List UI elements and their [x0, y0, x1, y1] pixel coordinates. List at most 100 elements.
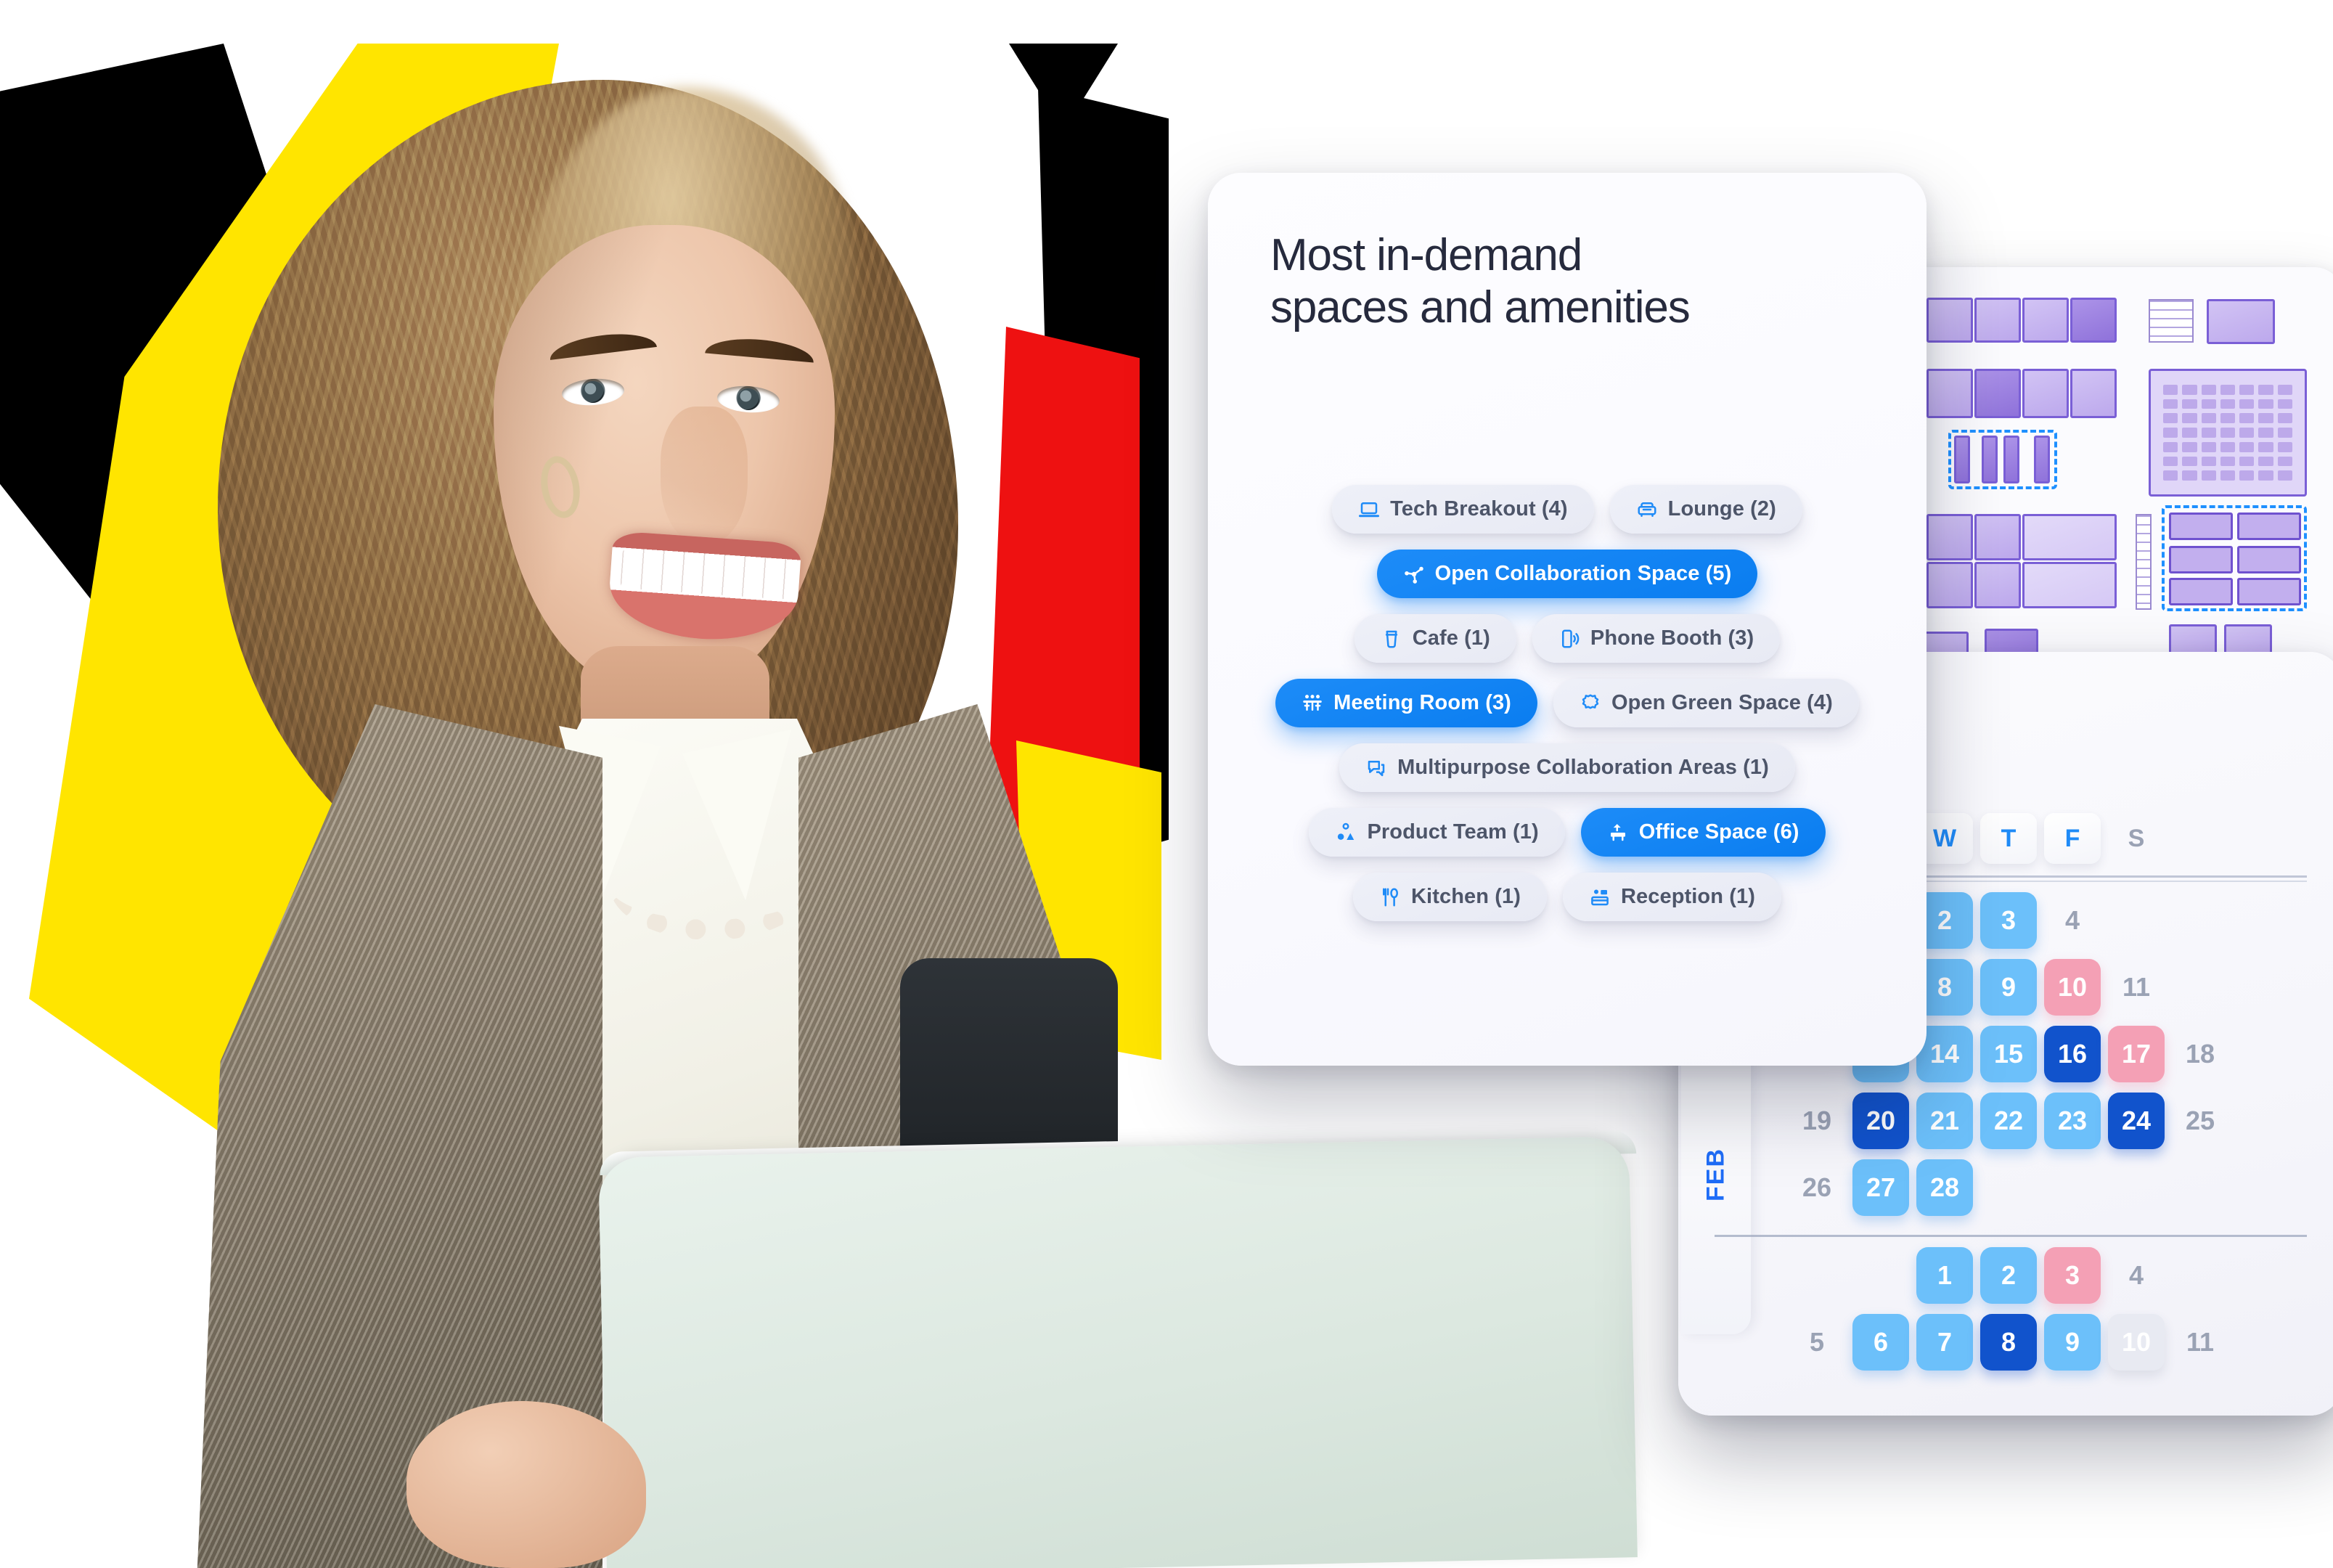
calendar-day-cell[interactable]: 8 [1980, 1314, 2037, 1371]
calendar-day-cell[interactable]: 6 [1852, 1314, 1909, 1371]
network-node-icon [1403, 563, 1425, 585]
chip-label: Open Green Space (4) [1611, 691, 1833, 714]
chip-label: Open Collaboration Space (5) [1434, 562, 1732, 585]
meeting-table [2169, 513, 2233, 540]
meeting-table [2237, 546, 2301, 573]
meeting-table-icon [1302, 693, 1323, 714]
calendar-next-month-weeks: 1 2 3 4 5 6 7 8 9 10 11 [1678, 1247, 2333, 1371]
calendar-day-cell[interactable]: 27 [1852, 1159, 1909, 1216]
chip-open-collaboration-space-5[interactable]: Open Collaboration Space (5) [1376, 550, 1758, 598]
chip-row: Kitchen (1) Reception (1) [1208, 873, 1927, 921]
calendar-day-cell[interactable]: 10 [2108, 1314, 2165, 1371]
month-divider [1715, 1235, 2307, 1237]
chip-phone-booth-3[interactable]: Phone Booth (3) [1532, 614, 1781, 663]
chip-label: Reception (1) [1620, 885, 1755, 908]
chip-row: Tech Breakout (4) Lounge (2) [1208, 485, 1927, 534]
dow-thursday[interactable]: T [1980, 813, 2037, 864]
week-spacer [1715, 1247, 1781, 1304]
flower-icon [1580, 693, 1601, 714]
calendar-day-cell[interactable]: 3 [2044, 1247, 2101, 1304]
laptop-lid [598, 1136, 1638, 1568]
room-block [1927, 298, 1973, 343]
chip-label: Office Space (6) [1638, 820, 1799, 844]
chip-tech-breakout-4[interactable]: Tech Breakout (4) [1332, 485, 1594, 534]
room-block [1974, 514, 2021, 560]
chip-label: Phone Booth (3) [1590, 626, 1754, 650]
phone-signal-icon [1558, 628, 1580, 650]
chip-label: Tech Breakout (4) [1390, 497, 1568, 520]
calendar-day-cell[interactable]: 11 [2172, 1314, 2228, 1371]
calendar-week: 5 6 7 8 9 10 11 [1678, 1314, 2333, 1371]
chip-row: Meeting Room (3) Open Green Space (4) [1208, 679, 1927, 727]
calendar-day-cell[interactable]: 28 [1916, 1159, 1973, 1216]
meeting-table [2169, 578, 2233, 605]
pupil-right [738, 388, 759, 410]
seat-grid [2163, 385, 2292, 481]
reception-desk-icon [1589, 886, 1611, 908]
chip-open-green-space-4[interactable]: Open Green Space (4) [1553, 679, 1859, 727]
dow-saturday: S [2128, 824, 2145, 852]
calendar-day-cell[interactable]: 2 [1980, 1247, 2037, 1304]
calendar-day-cell[interactable]: 26 [1789, 1159, 1845, 1216]
chip-kitchen-1[interactable]: Kitchen (1) [1353, 873, 1547, 921]
chip-multipurpose-collaboration-areas-1[interactable]: Multipurpose Collaboration Areas (1) [1339, 743, 1795, 792]
room-block [2070, 369, 2117, 418]
chip-label: Lounge (2) [1667, 497, 1776, 520]
calendar-day-cell[interactable]: 3 [1980, 892, 2037, 949]
calendar-day-cell[interactable]: 4 [2108, 1247, 2165, 1304]
sofa-icon [1636, 499, 1658, 520]
calendar-day-cell[interactable]: 9 [1980, 959, 2037, 1016]
dow-friday[interactable]: F [2044, 813, 2101, 864]
bench [1982, 436, 1998, 483]
desk-icon [1607, 822, 1629, 844]
chip-groups: Tech Breakout (4) Lounge (2) Open Collabor… [1208, 485, 1927, 937]
card-title-line1: Most in-demand [1270, 230, 1582, 280]
chip-lounge-2[interactable]: Lounge (2) [1609, 485, 1802, 534]
room-block [2022, 562, 2117, 608]
necklace [610, 831, 813, 940]
nose [661, 407, 748, 544]
calendar-day-cell[interactable]: 4 [2044, 892, 2101, 949]
chip-cafe-1[interactable]: Cafe (1) [1354, 614, 1516, 663]
chip-reception-1[interactable]: Reception (1) [1562, 873, 1781, 921]
calendar-day-cell[interactable]: 23 [2044, 1093, 2101, 1149]
floorplan-card[interactable] [1893, 267, 2333, 703]
in-demand-spaces-card[interactable]: Most in-demand spaces and amenities Tech… [1208, 173, 1927, 1066]
calendar-day-cell[interactable]: 20 [1852, 1093, 1909, 1149]
calendar-day-cell[interactable]: 24 [2108, 1093, 2165, 1149]
calendar-cell-empty [1852, 1247, 1909, 1304]
chip-row: Cafe (1) Phone Booth (3) [1208, 614, 1927, 663]
chat-bubbles-icon [1365, 757, 1387, 779]
calendar-day-cell[interactable]: 18 [2172, 1026, 2228, 1082]
calendar-day-cell[interactable]: 19 [1789, 1093, 1845, 1149]
meeting-table [2237, 513, 2301, 540]
room-block [1974, 298, 2021, 343]
room-block [1927, 369, 1973, 418]
chip-label: Product Team (1) [1367, 820, 1539, 844]
chip-label: Multipurpose Collaboration Areas (1) [1397, 756, 1769, 779]
calendar-day-cell[interactable]: 1 [1916, 1247, 1973, 1304]
cutlery-icon [1379, 886, 1401, 908]
calendar-day-cell[interactable]: 9 [2044, 1314, 2101, 1371]
calendar-day-cell[interactable]: 11 [2108, 959, 2165, 1016]
calendar-day-cell[interactable]: 17 [2108, 1026, 2165, 1082]
bench [2003, 436, 2019, 483]
stairwell [2149, 299, 2194, 343]
calendar-day-cell[interactable]: 5 [1789, 1314, 1845, 1371]
chip-product-team-1[interactable]: Product Team (1) [1309, 808, 1565, 857]
floorplan-canvas[interactable] [1893, 267, 2333, 703]
room-block [1927, 562, 1973, 608]
meeting-table [2169, 546, 2233, 573]
calendar-day-cell[interactable]: 25 [2172, 1093, 2228, 1149]
calendar-week: 26 27 28 [1678, 1159, 2333, 1216]
calendar-day-cell[interactable]: 15 [1980, 1026, 2037, 1082]
chip-meeting-room-3[interactable]: Meeting Room (3) [1275, 679, 1537, 727]
calendar-day-cell[interactable]: 10 [2044, 959, 2101, 1016]
calendar-day-cell[interactable]: 21 [1916, 1093, 1973, 1149]
room-block [1974, 369, 2021, 418]
calendar-day-cell[interactable]: 7 [1916, 1314, 1973, 1371]
chip-row: Product Team (1) Office Space (6) [1208, 808, 1927, 857]
calendar-day-cell[interactable]: 16 [2044, 1026, 2101, 1082]
chip-office-space-6[interactable]: Office Space (6) [1580, 808, 1826, 857]
calendar-day-cell[interactable]: 22 [1980, 1093, 2037, 1149]
